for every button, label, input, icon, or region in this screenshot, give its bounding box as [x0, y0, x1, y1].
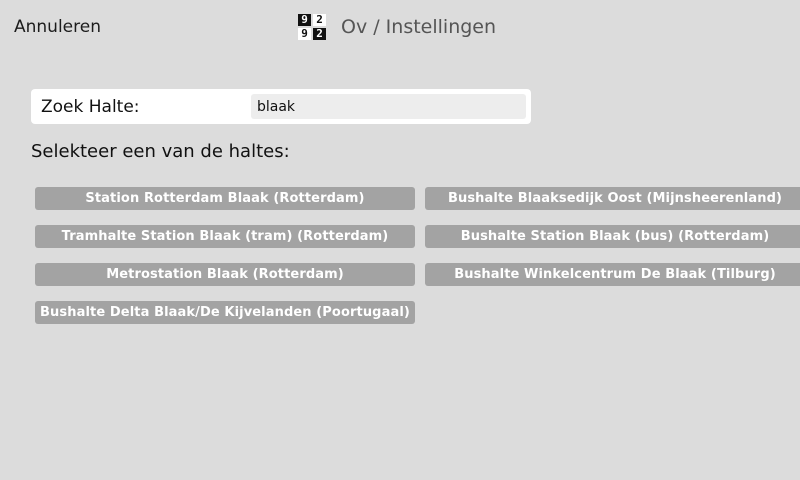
icon-digit: 2 — [313, 14, 326, 26]
icon-digit: 9 — [298, 28, 311, 40]
app-icon: 9 2 9 2 — [298, 14, 326, 40]
stop-button-bushalte-station-blaak[interactable]: Bushalte Station Blaak (bus) (Rotterdam) — [425, 225, 800, 248]
stop-button-winkelcentrum-de-blaak[interactable]: Bushalte Winkelcentrum De Blaak (Tilburg… — [425, 263, 800, 286]
search-panel: Zoek Halte: — [31, 89, 531, 124]
top-bar: Annuleren 9 2 9 2 Ov / Instellingen — [0, 0, 800, 56]
stop-button-delta-blaak[interactable]: Bushalte Delta Blaak/De Kijvelanden (Poo… — [35, 301, 415, 324]
icon-digit: 2 — [313, 28, 326, 40]
cancel-button[interactable]: Annuleren — [14, 16, 101, 38]
stop-button-station-rotterdam-blaak[interactable]: Station Rotterdam Blaak (Rotterdam) — [35, 187, 415, 210]
stop-button-metrostation-blaak[interactable]: Metrostation Blaak (Rotterdam) — [35, 263, 415, 286]
title-area: 9 2 9 2 Ov / Instellingen — [298, 14, 496, 40]
page-title: Ov / Instellingen — [341, 16, 497, 38]
search-label: Zoek Halte: — [41, 97, 140, 117]
stop-button-tramhalte-station-blaak[interactable]: Tramhalte Station Blaak (tram) (Rotterda… — [35, 225, 415, 248]
icon-digit: 9 — [298, 14, 311, 26]
select-heading: Selekteer een van de haltes: — [31, 141, 290, 162]
stop-button-blaaksedijk-oost[interactable]: Bushalte Blaaksedijk Oost (Mijnsheerenla… — [425, 187, 800, 210]
search-input[interactable] — [251, 94, 526, 119]
